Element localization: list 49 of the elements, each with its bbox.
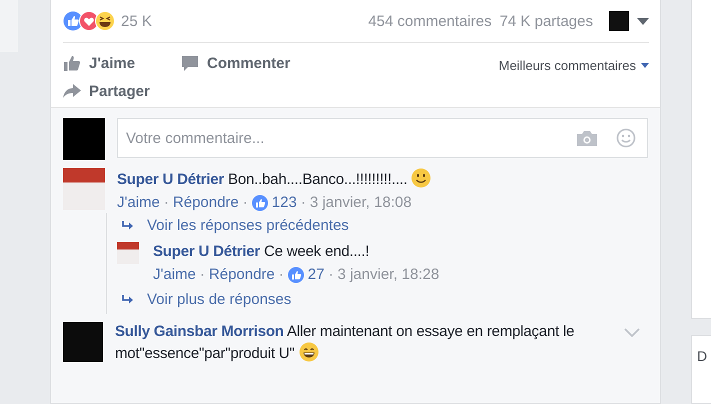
reply-arrow-icon: [122, 220, 134, 230]
separator-dot: ·: [300, 194, 306, 211]
reply-link[interactable]: Répondre: [172, 194, 239, 211]
shares-count[interactable]: 74 K partages: [500, 12, 593, 30]
like-count[interactable]: 27: [308, 266, 324, 283]
separator-dot: ·: [200, 266, 205, 283]
reply-link[interactable]: Répondre: [208, 266, 275, 283]
author-link[interactable]: Super U Détrier: [153, 243, 260, 260]
avatar-image[interactable]: [117, 242, 139, 264]
separator-dot: ·: [328, 266, 334, 283]
share-arrow-icon: [63, 83, 81, 99]
separator-dot: ·: [278, 266, 284, 283]
sort-dropdown[interactable]: Meilleurs commentaires: [498, 54, 649, 76]
separator-dot: ·: [164, 194, 169, 211]
more-replies-link[interactable]: Voir plus de réponses: [117, 291, 648, 308]
reaction-icons[interactable]: [63, 11, 116, 31]
author-link[interactable]: Sully Gainsbar Morrison: [115, 323, 284, 340]
chevron-down-icon[interactable]: [624, 328, 640, 337]
comment-text: Super U Détrier Bon..bah....Banco...!!!!!!!!!....: [117, 168, 648, 190]
smiley-icon[interactable]: [616, 128, 636, 148]
comment-text: Super U Détrier Ce week end....!: [153, 242, 370, 262]
author-link[interactable]: Super U Détrier: [117, 171, 224, 188]
caret-icon: [641, 62, 649, 68]
reply-arrow-icon: [122, 294, 134, 304]
timestamp[interactable]: 3 janvier, 18:08: [310, 194, 412, 211]
avatar-image[interactable]: [63, 168, 105, 210]
side-heading: D: [697, 348, 708, 364]
comment-input[interactable]: Votre commentaire...: [117, 118, 648, 158]
like-link[interactable]: J'aime: [117, 194, 160, 211]
thumbs-up-icon: [63, 54, 81, 72]
timestamp[interactable]: 3 janvier, 18:28: [337, 266, 440, 283]
separator-dot: ·: [242, 194, 248, 211]
grin-emoji-icon: [298, 342, 318, 362]
reaction-count[interactable]: 25 K: [121, 12, 152, 30]
comments-count[interactable]: 454 commentaires: [368, 12, 492, 30]
action-button[interactable]: J'aime: [63, 51, 181, 75]
like-badge-icon: [252, 194, 268, 210]
comment-text: Sully Gainsbar Morrison Aller maintenant on essaye en remplaçant le mot"essence"par"produit U": [115, 322, 576, 364]
like-count[interactable]: 123: [272, 194, 297, 211]
like-badge-icon: [288, 266, 304, 282]
smile-emoji-icon: [411, 168, 432, 188]
previous-replies-link[interactable]: Voir les réponses précédentes: [117, 217, 648, 234]
action-button[interactable]: Partager: [63, 79, 150, 103]
page-avatar[interactable]: [609, 11, 629, 31]
like-link[interactable]: J'aime: [153, 266, 196, 283]
speech-bubble-icon: [181, 54, 199, 72]
caret-icon[interactable]: [637, 18, 649, 24]
action-button[interactable]: Commenter: [181, 51, 351, 75]
camera-icon[interactable]: [576, 130, 598, 147]
